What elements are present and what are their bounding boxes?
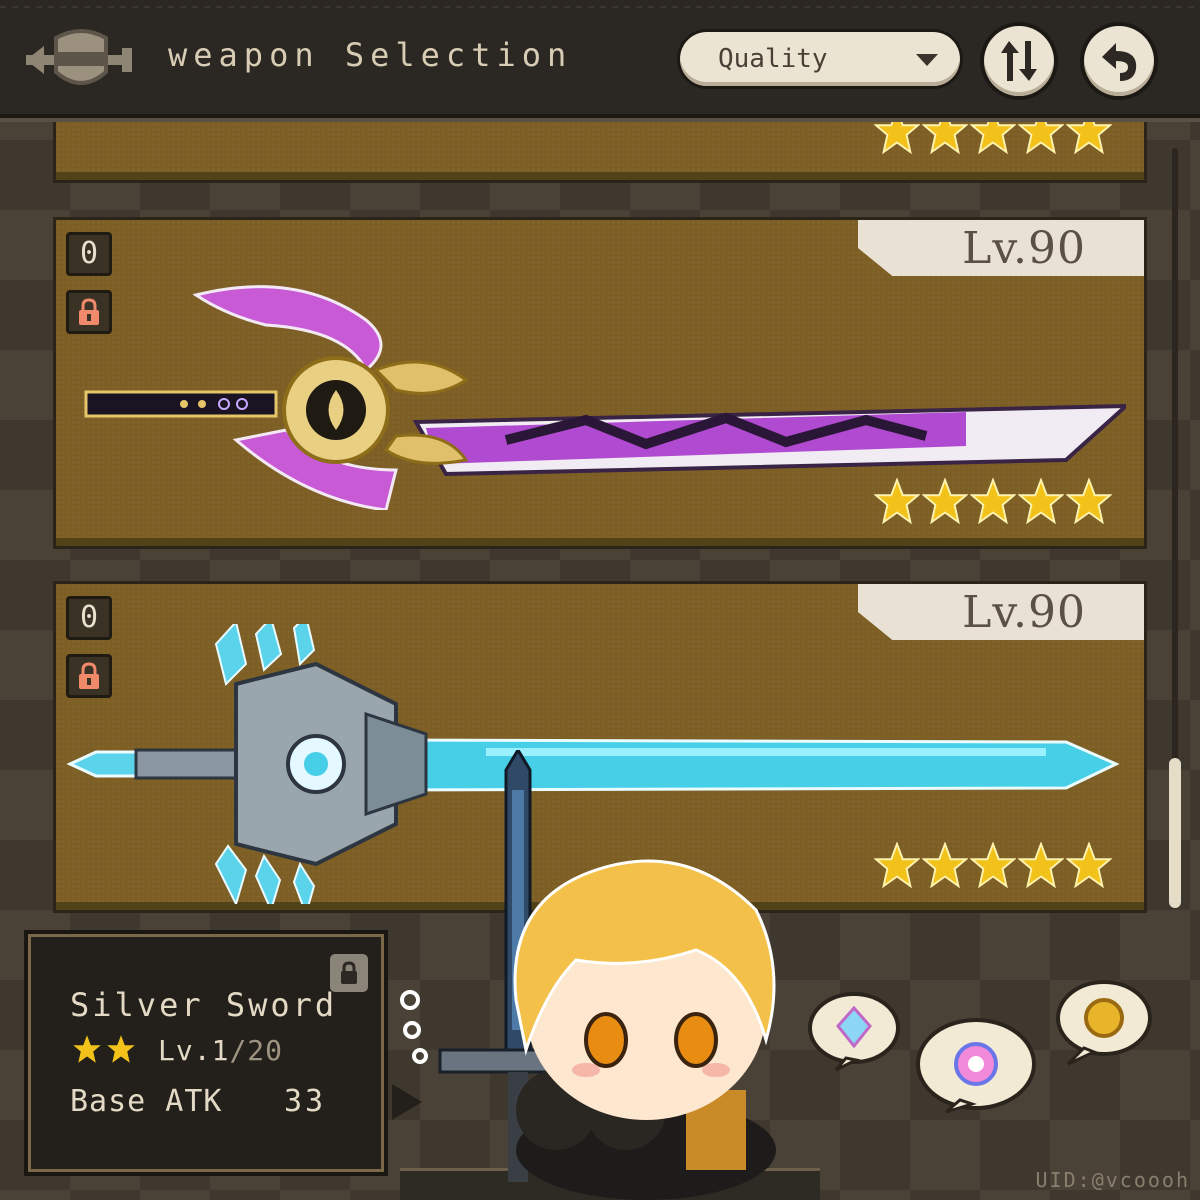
star-icon [970,842,1016,888]
weapon-level-max: /20 [229,1034,284,1067]
star-icon [922,842,968,888]
traveler-character [400,750,776,1200]
crystal-icon[interactable] [806,990,902,1076]
weapon-name: Silver Sword [70,986,338,1024]
star-icon [1018,478,1064,524]
purple-sword-image [84,285,1126,510]
star-icon [1018,122,1064,154]
weapon-level: Lv.1/20 [158,1034,283,1067]
rarity-stars [874,478,1112,524]
star-icon [1018,842,1064,888]
uid-watermark: UID:@vcoooh [1035,1168,1190,1192]
star-icon [922,122,968,154]
gem-icon[interactable] [914,1016,1038,1118]
sort-order-button[interactable] [984,26,1054,96]
star-icon [107,1035,135,1063]
top-bar: weapon Selection Quality [0,0,1200,118]
back-arrow-icon[interactable] [26,24,136,96]
scrollbar-thumb[interactable] [1169,758,1181,908]
page-title: weapon Selection [168,36,573,74]
star-icon [874,478,920,524]
star-icon [970,122,1016,154]
rarity-stars [874,842,1112,888]
return-button[interactable] [1084,26,1154,96]
star-icon [922,478,968,524]
lock-icon [341,961,357,984]
weapon-info-panel: Silver Sword Lv.1/20 Base ATK 33 [24,930,422,1176]
sort-dropdown-value: Quality [718,44,828,74]
weapon-level-current: Lv.1 [158,1034,230,1067]
sort-order-icon [1001,41,1037,81]
star-icon [874,842,920,888]
star-icon [1066,842,1112,888]
stat-value: 33 [284,1084,327,1119]
return-icon [1102,43,1137,81]
star-icon [1066,478,1112,524]
coin-icon[interactable] [1054,978,1154,1068]
stat-label: Base ATK [70,1084,223,1119]
chevron-down-icon [916,54,938,66]
star-icon [1066,122,1112,154]
star-icon [73,1035,101,1063]
weapon-card[interactable]: 0 Lv.90 [56,220,1144,546]
sort-dropdown[interactable]: Quality [680,32,960,86]
weapon-card[interactable] [56,122,1144,180]
rarity-stars [874,122,1112,154]
weapon-rarity [72,1034,136,1064]
star-icon [874,122,920,154]
star-icon [970,478,1016,524]
